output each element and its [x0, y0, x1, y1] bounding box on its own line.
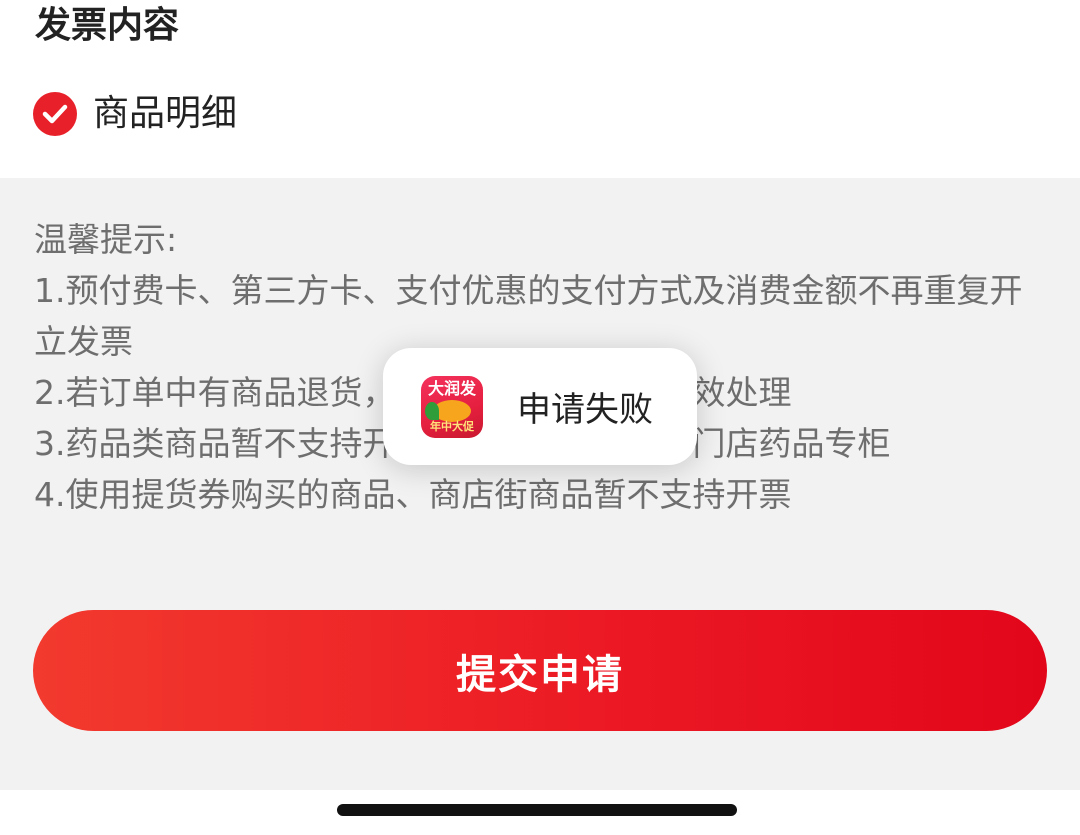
- app-logo-icon: 大润发 年中大促: [421, 375, 483, 438]
- toast-notification: 大润发 年中大促 申请失败: [383, 348, 697, 465]
- option-item-details[interactable]: 商品明细: [33, 90, 237, 138]
- app-icon-bottom-text: 年中大促: [430, 419, 474, 433]
- toast-message: 申请失败: [517, 390, 653, 430]
- app-icon-leaf-shape: [425, 401, 439, 420]
- home-indicator[interactable]: [337, 804, 737, 816]
- tips-heading: 温馨提示:: [34, 220, 178, 259]
- option-label: 商品明细: [93, 93, 238, 134]
- checkmark-icon[interactable]: [33, 92, 77, 136]
- section-title: 发票内容: [35, 5, 180, 46]
- submit-application-button[interactable]: 提交申请: [33, 610, 1047, 731]
- tip-line: 4.使用提货券购买的商品、商店街商品暂不支持开票: [34, 475, 792, 514]
- app-icon-top-text: 大润发: [427, 378, 476, 398]
- invoice-content-card: 发票内容 商品明细: [0, 0, 1080, 178]
